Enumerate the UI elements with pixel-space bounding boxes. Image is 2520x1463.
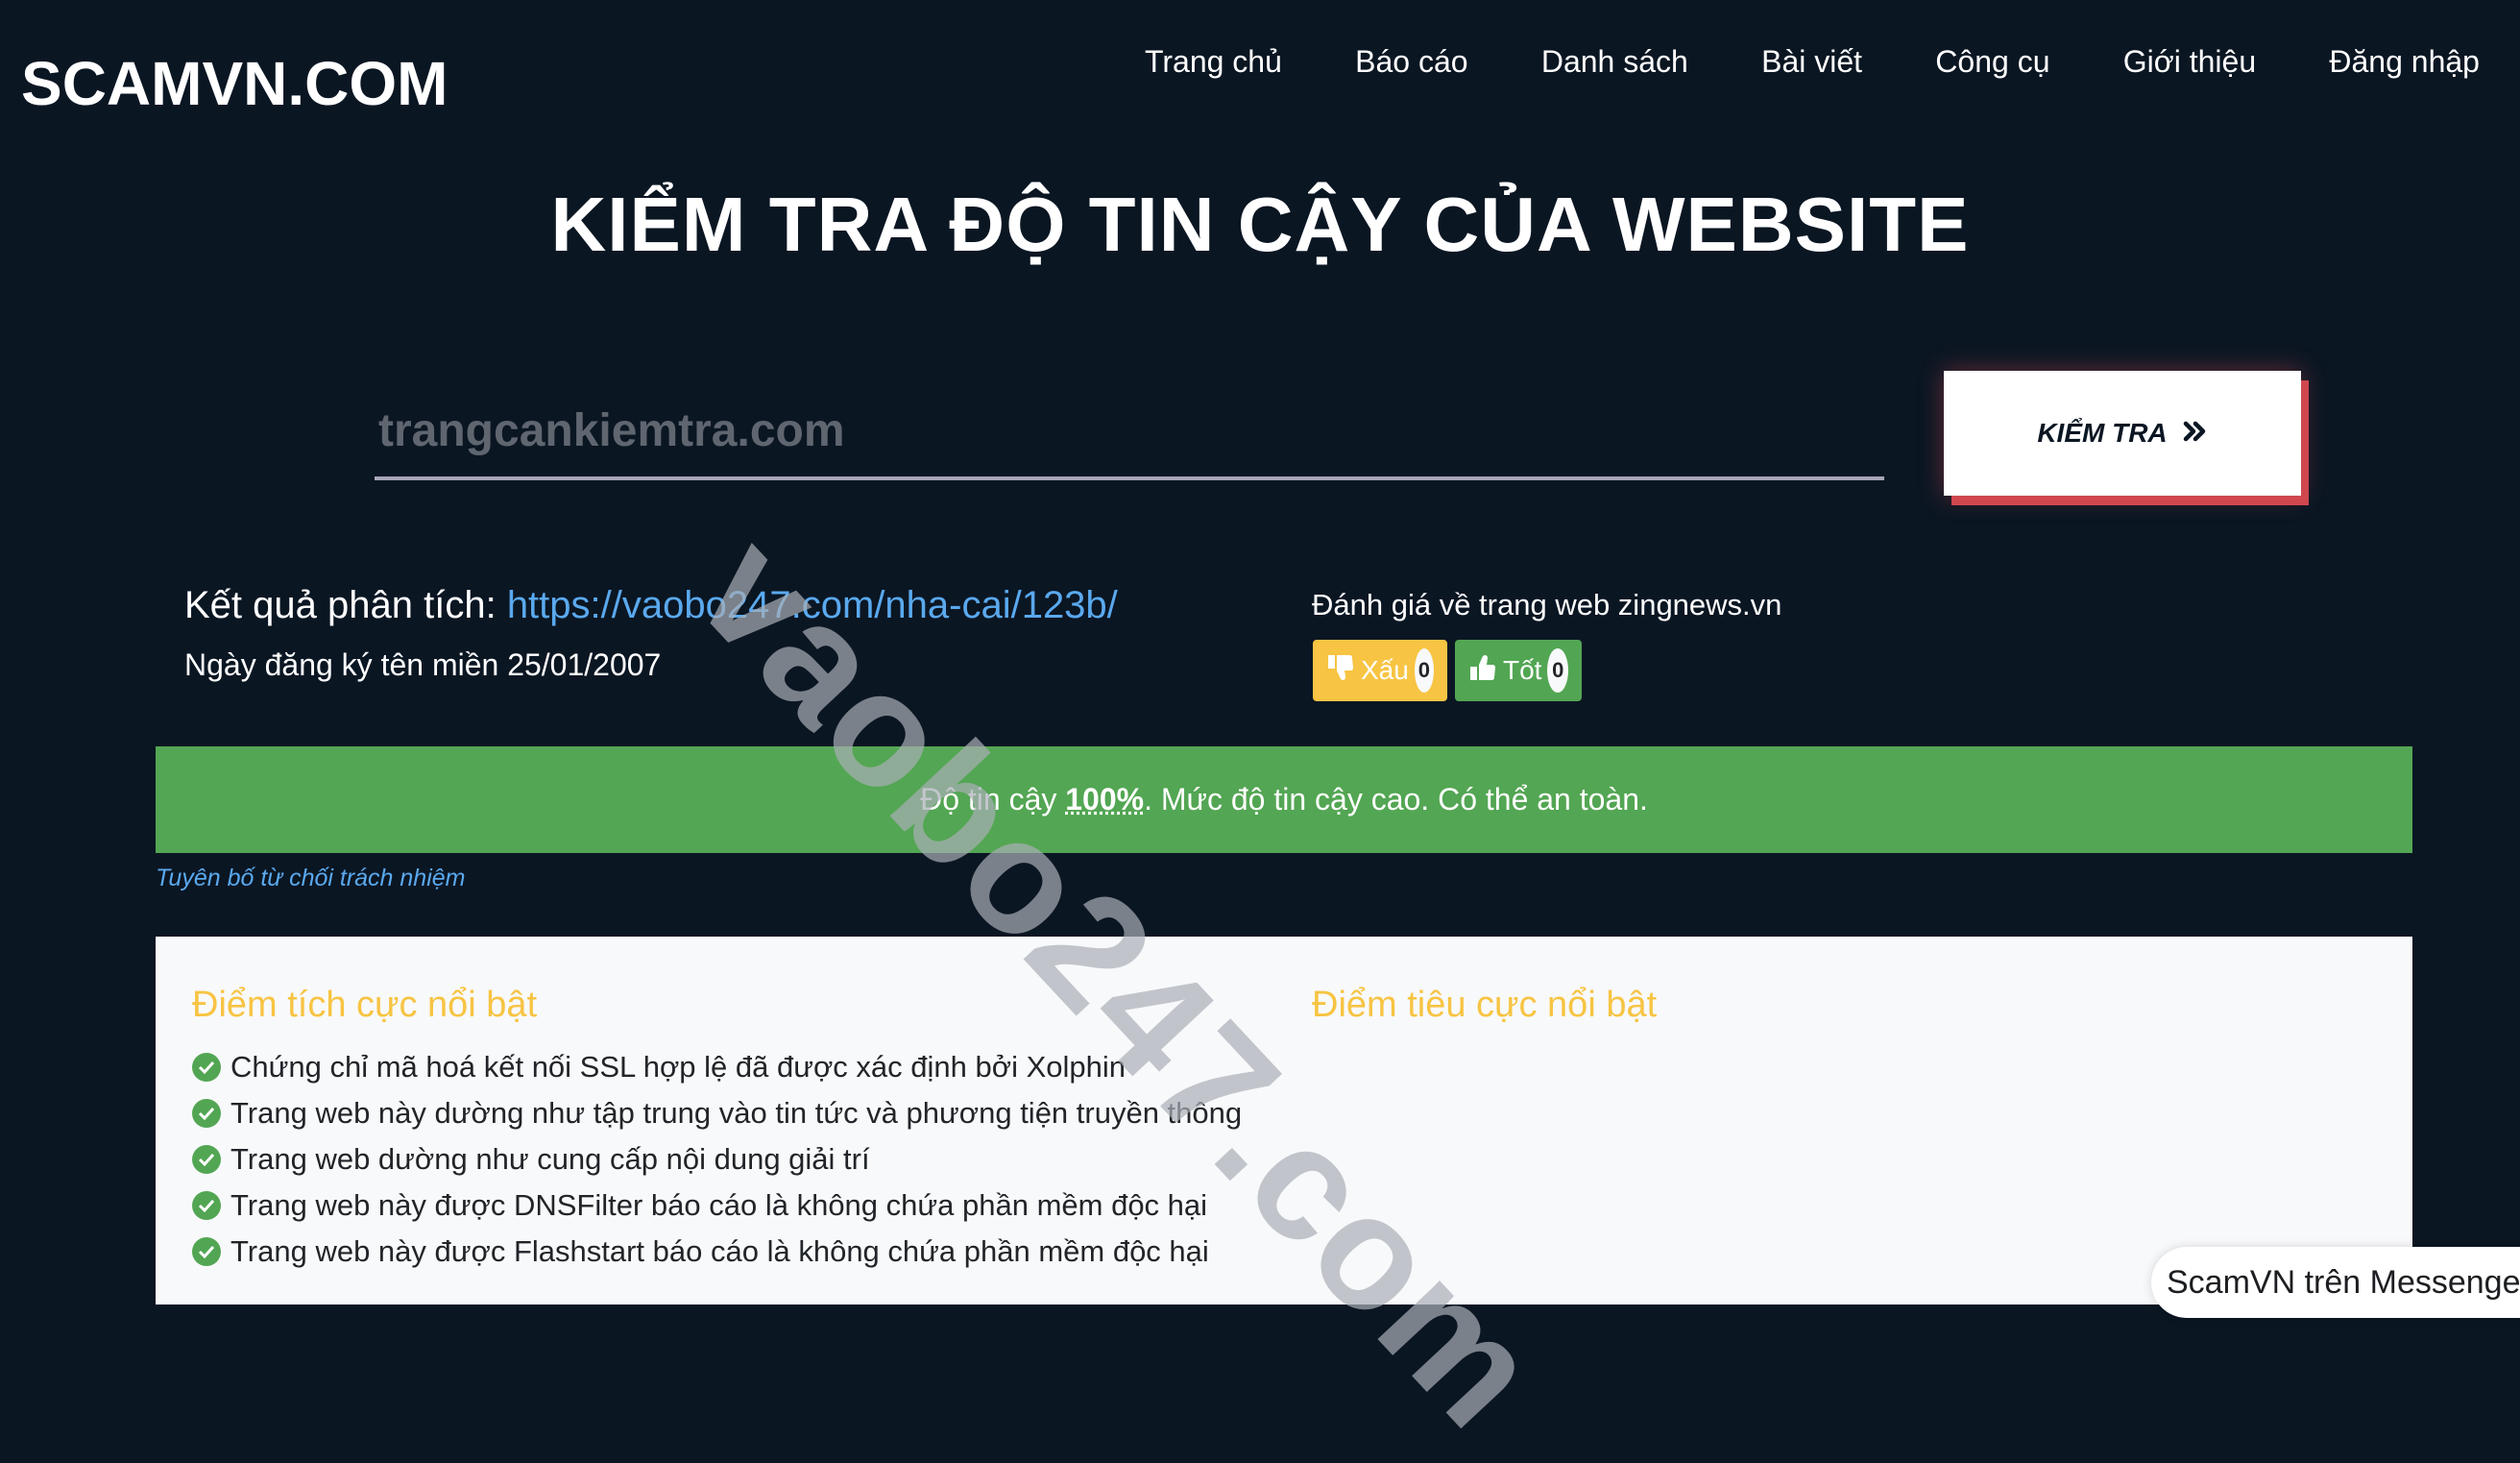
list-item: Trang web này dường như tập trung vào ti…: [192, 1090, 1242, 1136]
list-item: Trang web dường như cung cấp nội dung gi…: [192, 1136, 1242, 1183]
nav-posts[interactable]: Bài viết: [1761, 44, 1862, 80]
thumbs-up-icon: [1468, 653, 1497, 689]
rating-title: Đánh giá về trang web zingnews.vn: [1312, 588, 1782, 622]
negative-highlights-title: Điểm tiêu cực nổi bật: [1312, 985, 1658, 1025]
site-logo[interactable]: SCAMVN.COM: [21, 48, 448, 119]
positive-highlights-list: Chứng chỉ mã hoá kết nối SSL hợp lệ đã đ…: [192, 1044, 1242, 1275]
list-item: Trang web này được DNSFilter báo cáo là …: [192, 1183, 1242, 1229]
highlights-panel: Điểm tích cực nổi bật Điểm tiêu cực nổi …: [156, 937, 2412, 1305]
nav-home[interactable]: Trang chủ: [1145, 44, 1282, 80]
list-item: Chứng chỉ mã hoá kết nối SSL hợp lệ đã đ…: [192, 1044, 1242, 1090]
list-item-text: Trang web này được Flashstart báo cáo là…: [230, 1234, 1209, 1268]
rate-good-count: 0: [1547, 648, 1568, 693]
check-circle-icon: [192, 1145, 221, 1174]
list-item: Trang web này được Flashstart báo cáo là…: [192, 1229, 1242, 1275]
check-button[interactable]: KIỂM TRA: [1944, 371, 2301, 496]
check-circle-icon: [192, 1191, 221, 1220]
nav-tools[interactable]: Công cụ: [1935, 44, 2049, 80]
trust-score-banner: Độ tin cậy 100%. Mức độ tin cậy cao. Có …: [156, 746, 2412, 853]
rate-good-label: Tốt: [1503, 655, 1542, 685]
rate-bad-count: 0: [1414, 648, 1434, 693]
main-nav: Trang chủ Báo cáo Danh sách Bài viết Côn…: [1145, 44, 2480, 80]
disclaimer-link[interactable]: Tuyên bố từ chối trách nhiệm: [156, 865, 466, 892]
result-label: Kết quả phân tích:: [184, 584, 507, 626]
rate-good-button[interactable]: Tốt 0: [1455, 640, 1582, 701]
messenger-chat-bubble[interactable]: ScamVN trên Messenger: [2151, 1247, 2520, 1318]
positive-highlights-title: Điểm tích cực nổi bật: [192, 985, 538, 1025]
rate-bad-label: Xấu: [1361, 655, 1409, 685]
rate-bad-button[interactable]: Xấu 0: [1313, 640, 1447, 701]
thumbs-down-icon: [1326, 653, 1355, 689]
list-item-text: Chứng chỉ mã hoá kết nối SSL hợp lệ đã đ…: [230, 1050, 1126, 1084]
nav-reports[interactable]: Báo cáo: [1355, 44, 1467, 80]
rating-buttons: Xấu 0 Tốt 0: [1313, 640, 1582, 701]
check-circle-icon: [192, 1237, 221, 1266]
page-title: KIỂM TRA ĐỘ TIN CẬY CỦA WEBSITE: [550, 182, 1970, 267]
trust-prefix: Độ tin cậy: [920, 782, 1057, 817]
list-item-text: Trang web dường như cung cấp nội dung gi…: [230, 1142, 870, 1176]
nav-list[interactable]: Danh sách: [1541, 44, 1688, 80]
result-url-link[interactable]: https://vaobo247.com/nha-cai/123b/: [507, 584, 1118, 626]
check-circle-icon: [192, 1053, 221, 1082]
trust-suffix: . Mức độ tin cậy cao. Có thể an toàn.: [1144, 782, 1648, 817]
check-circle-icon: [192, 1099, 221, 1128]
check-button-label: KIỂM TRA: [2037, 418, 2168, 448]
list-item-text: Trang web này được DNSFilter báo cáo là …: [230, 1188, 1208, 1222]
website-search-input[interactable]: [375, 384, 1884, 480]
double-chevron-right-icon: [2183, 418, 2208, 449]
nav-about[interactable]: Giới thiệu: [2123, 44, 2256, 80]
domain-registration-date: Ngày đăng ký tên miền 25/01/2007: [184, 647, 662, 682]
list-item-text: Trang web này dường như tập trung vào ti…: [230, 1096, 1243, 1130]
trust-percent: 100%: [1065, 782, 1145, 817]
analysis-result: Kết quả phân tích: https://vaobo247.com/…: [184, 584, 1118, 627]
nav-login[interactable]: Đăng nhập: [2329, 44, 2480, 80]
